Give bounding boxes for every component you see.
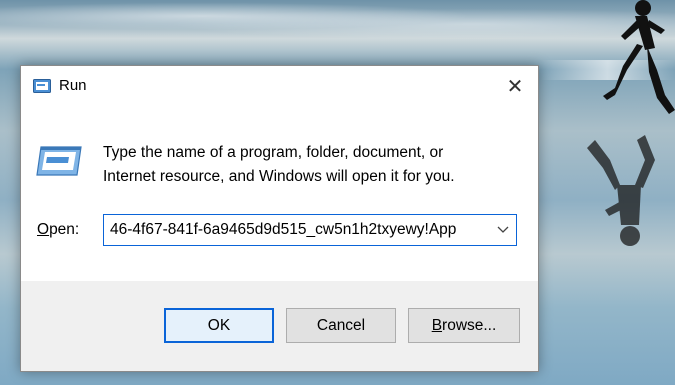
open-label: Open: bbox=[37, 221, 79, 239]
instruction-line-2: Internet resource, and Windows will open… bbox=[103, 168, 455, 185]
button-bar: OK Cancel Browse... bbox=[21, 281, 538, 371]
wallpaper-waves bbox=[0, 0, 675, 40]
run-large-icon bbox=[36, 146, 82, 176]
runner-reflection bbox=[587, 135, 655, 246]
close-icon: ✕ bbox=[506, 75, 524, 98]
runner-silhouette bbox=[603, 0, 675, 114]
chevron-down-icon[interactable] bbox=[496, 222, 510, 236]
ok-button[interactable]: OK bbox=[164, 308, 274, 343]
browse-label: rowse... bbox=[442, 316, 497, 334]
run-icon bbox=[33, 79, 51, 93]
open-label-mnemonic: O bbox=[37, 221, 50, 238]
instruction-text: Type the name of a program, folder, docu… bbox=[103, 141, 523, 189]
open-label-text: pen: bbox=[49, 221, 80, 238]
run-dialog: Run ✕ Type the name of a program, folder… bbox=[20, 65, 539, 372]
close-button[interactable]: ✕ bbox=[492, 66, 538, 106]
window-title: Run bbox=[59, 77, 87, 94]
browse-button[interactable]: Browse... bbox=[408, 308, 520, 343]
title-bar: Run ✕ bbox=[21, 66, 538, 106]
open-combobox[interactable] bbox=[103, 214, 517, 246]
open-input[interactable] bbox=[104, 215, 492, 245]
cancel-button[interactable]: Cancel bbox=[286, 308, 396, 343]
instruction-line-1: Type the name of a program, folder, docu… bbox=[103, 144, 444, 161]
browse-mnemonic: B bbox=[431, 316, 443, 334]
